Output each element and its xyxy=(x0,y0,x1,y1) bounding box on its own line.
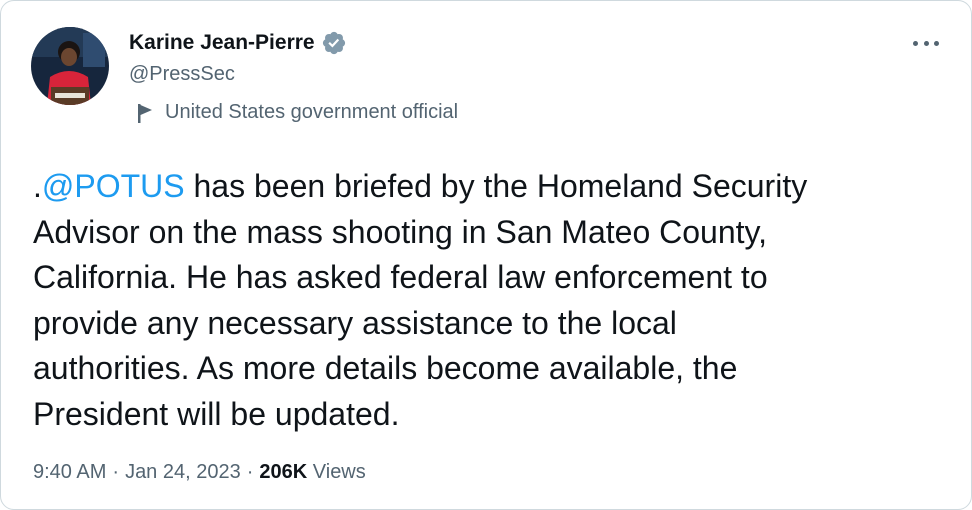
flag-icon xyxy=(137,103,155,123)
tweet-meta: 9:40 AM · Jan 24, 2023 · 206K Views xyxy=(33,461,366,484)
text-line: provide any necessary assistance to the … xyxy=(33,304,677,341)
handle[interactable]: @PressSec xyxy=(129,63,235,86)
views-label: Views xyxy=(312,461,366,483)
separator: · xyxy=(246,461,254,483)
text-line: President will be updated. xyxy=(33,395,400,432)
name-row: Karine Jean-Pierre xyxy=(129,30,347,56)
more-dot xyxy=(934,40,939,46)
display-name[interactable]: Karine Jean-Pierre xyxy=(129,31,315,55)
separator: · xyxy=(112,461,120,483)
timestamp-date[interactable]: Jan 24, 2023 xyxy=(125,461,241,483)
more-button[interactable] xyxy=(913,33,939,53)
text-line: California. He has asked federal law enf… xyxy=(33,259,768,295)
tweet-card: Karine Jean-Pierre @PressSec United Stat… xyxy=(0,0,972,510)
tweet-text: .@POTUS has been briefed by the Homeland… xyxy=(33,164,933,437)
text-prefix: . xyxy=(33,168,42,204)
timestamp-time[interactable]: 9:40 AM xyxy=(33,461,106,483)
verified-badge-icon xyxy=(321,30,347,56)
government-label[interactable]: United States government official xyxy=(137,101,458,124)
more-dot xyxy=(923,40,929,46)
text-line: has been briefed by the Homeland Securit… xyxy=(184,168,808,204)
government-label-text: United States government official xyxy=(165,101,459,123)
text-line: Advisor on the mass shooting in San Mate… xyxy=(33,213,768,250)
views-count[interactable]: 206K xyxy=(259,461,307,483)
text-line: authorities. As more details become avai… xyxy=(33,350,738,386)
avatar[interactable] xyxy=(31,27,109,105)
more-dot xyxy=(913,40,918,46)
mention-link[interactable]: @POTUS xyxy=(42,168,185,204)
